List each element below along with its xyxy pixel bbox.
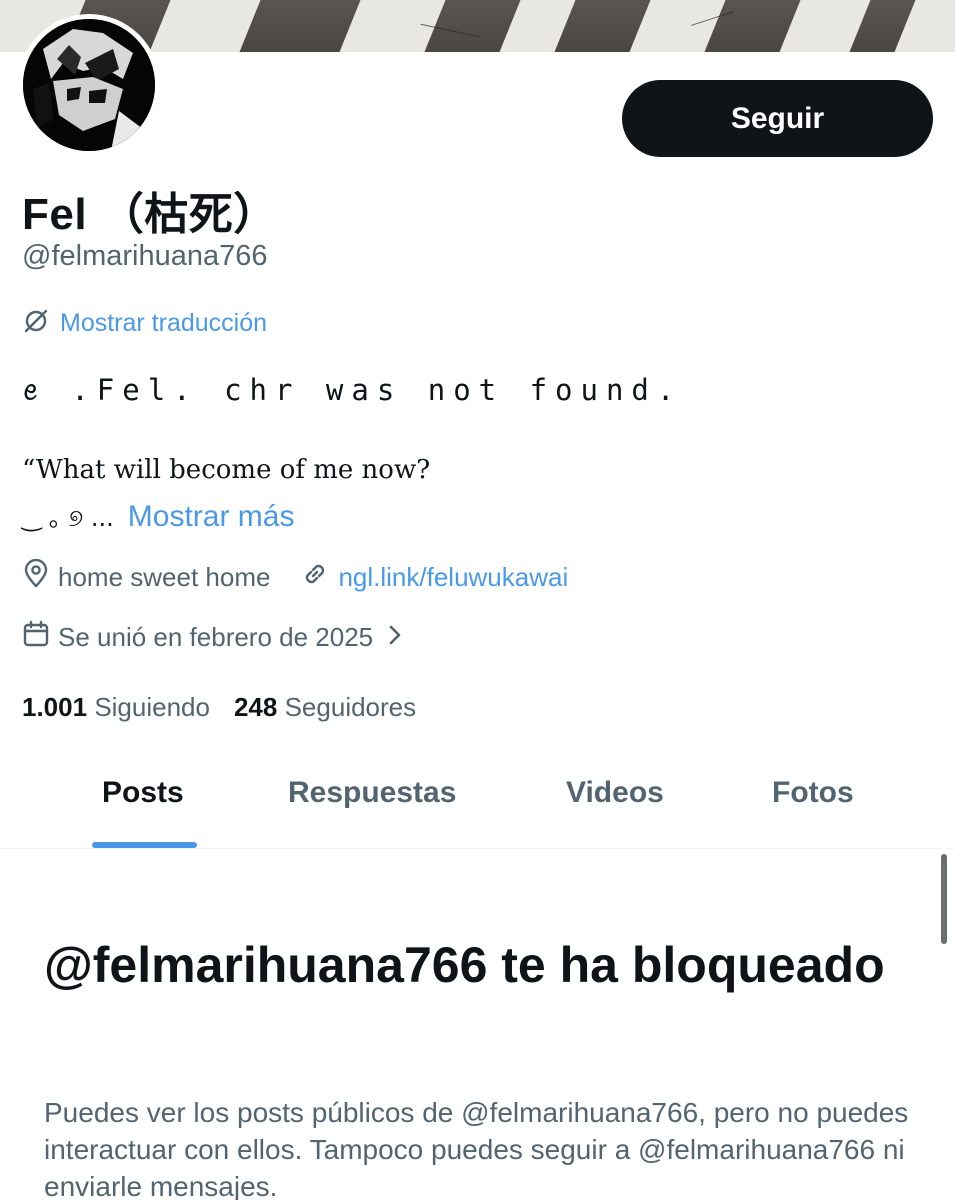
translate-bio-button[interactable]: Mostrar traducción — [22, 307, 267, 340]
following-count: 1.001 — [22, 692, 88, 722]
bio-glyphs: ‿ ｡ ୭ ... — [22, 504, 114, 532]
following-stat[interactable]: 1.001 Siguiendo — [22, 692, 210, 723]
show-more-link[interactable]: Mostrar más — [128, 500, 295, 534]
avatar-image — [23, 19, 155, 151]
following-label: Siguiendo — [94, 692, 210, 722]
display-name: Fel （枯死） — [22, 190, 278, 239]
joined-row[interactable]: Se unió en febrero de 2025 — [22, 620, 403, 655]
handle: @felmarihuana766 — [22, 240, 268, 272]
website-text: ngl.link/feluwukawai — [338, 562, 569, 592]
tab-photos[interactable]: Fotos — [772, 776, 854, 810]
location: home sweet home — [22, 558, 271, 596]
bio-line-2: “What will become of me now? — [22, 455, 431, 485]
blocked-title: @felmarihuana766 te ha bloqueado — [44, 937, 885, 993]
bio-line-1: ꫀ .Fel. chr was not found. — [22, 373, 683, 407]
link-icon — [300, 559, 330, 596]
blocked-description: Puedes ver los posts públicos de @felmar… — [44, 1097, 909, 1200]
tab-videos[interactable]: Videos — [566, 776, 664, 810]
calendar-icon — [22, 620, 50, 655]
website-link[interactable]: ngl.link/feluwukawai — [300, 559, 568, 596]
profile-meta-row: home sweet home ngl.link/feluwukawai — [22, 558, 598, 596]
chevron-right-icon — [387, 622, 403, 653]
joined-date: Se unió en febrero de 2025 — [22, 620, 403, 655]
joined-text: Se unió en febrero de 2025 — [58, 622, 374, 652]
tab-replies[interactable]: Respuestas — [288, 776, 456, 810]
translate-label: Mostrar traducción — [60, 309, 268, 337]
scrollbar[interactable] — [941, 854, 947, 944]
follow-button[interactable]: Seguir — [622, 80, 933, 157]
location-text: home sweet home — [58, 562, 271, 592]
active-tab-indicator — [92, 842, 197, 848]
tab-posts[interactable]: Posts — [102, 776, 184, 810]
followers-label: Seguidores — [284, 692, 417, 722]
follow-stats: 1.001 Siguiendo 248 Seguidores — [22, 692, 416, 723]
location-pin-icon — [22, 558, 50, 596]
followers-stat[interactable]: 248 Seguidores — [234, 692, 416, 723]
translate-icon — [22, 307, 50, 340]
bio-line-3: ‿ ｡ ୭ ... Mostrar más — [22, 498, 294, 534]
avatar[interactable] — [18, 14, 160, 156]
followers-count: 248 — [233, 692, 278, 722]
profile-tabs: Posts Respuestas Videos Fotos — [0, 760, 955, 849]
